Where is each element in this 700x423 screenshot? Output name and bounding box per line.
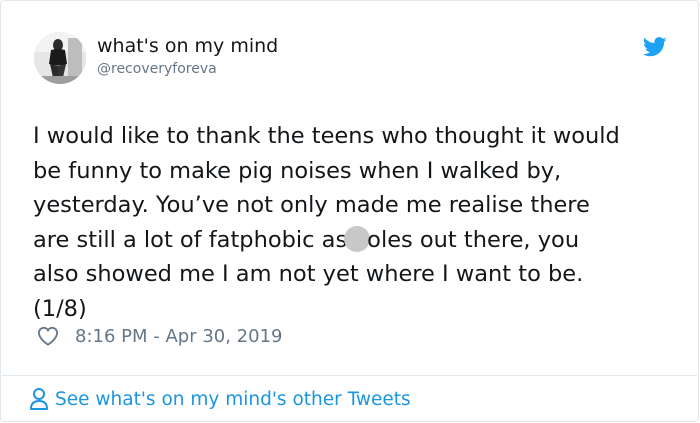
avatar-photo (34, 32, 86, 84)
twitter-bird-icon[interactable] (643, 37, 667, 57)
tweet-meta: 8:16 PM - Apr 30, 2019 (37, 323, 282, 349)
display-name[interactable]: what's on my mind (97, 34, 278, 58)
divider (2, 375, 697, 376)
tweet-text-line: yesterday. You’ve not only made me reali… (33, 192, 590, 218)
user-icon (30, 388, 48, 410)
tweet-text-line: also showed me I am not yet where I want… (33, 261, 584, 287)
timestamp[interactable]: 8:16 PM - Apr 30, 2019 (75, 326, 282, 347)
heart-icon[interactable] (37, 326, 59, 346)
tweet-text-line: (1/8) (33, 295, 87, 322)
tweet-text-fragment: are still a lot of fatphobic as (33, 226, 348, 253)
tweet-text-line: I would like to thank the teens who thou… (33, 123, 620, 149)
see-other-tweets-link[interactable]: See what's on my mind's other Tweets (29, 387, 411, 411)
tweet-text: I would like to thank the teens who thou… (33, 119, 683, 326)
tweet-card: what's on my mind @recoveryforeva I woul… (0, 0, 699, 422)
tweet-text-line: are still a lot of fatphobic as oles out … (33, 223, 683, 258)
tweet-text-line: be funny to make pig noises when I walke… (33, 157, 562, 184)
avatar[interactable] (34, 32, 86, 84)
user-handle[interactable]: @recoveryforeva (97, 59, 217, 79)
see-other-tweets-label: See what's on my mind's other Tweets (55, 388, 411, 410)
tweet-text-fragment: oles out there, you (367, 226, 580, 253)
